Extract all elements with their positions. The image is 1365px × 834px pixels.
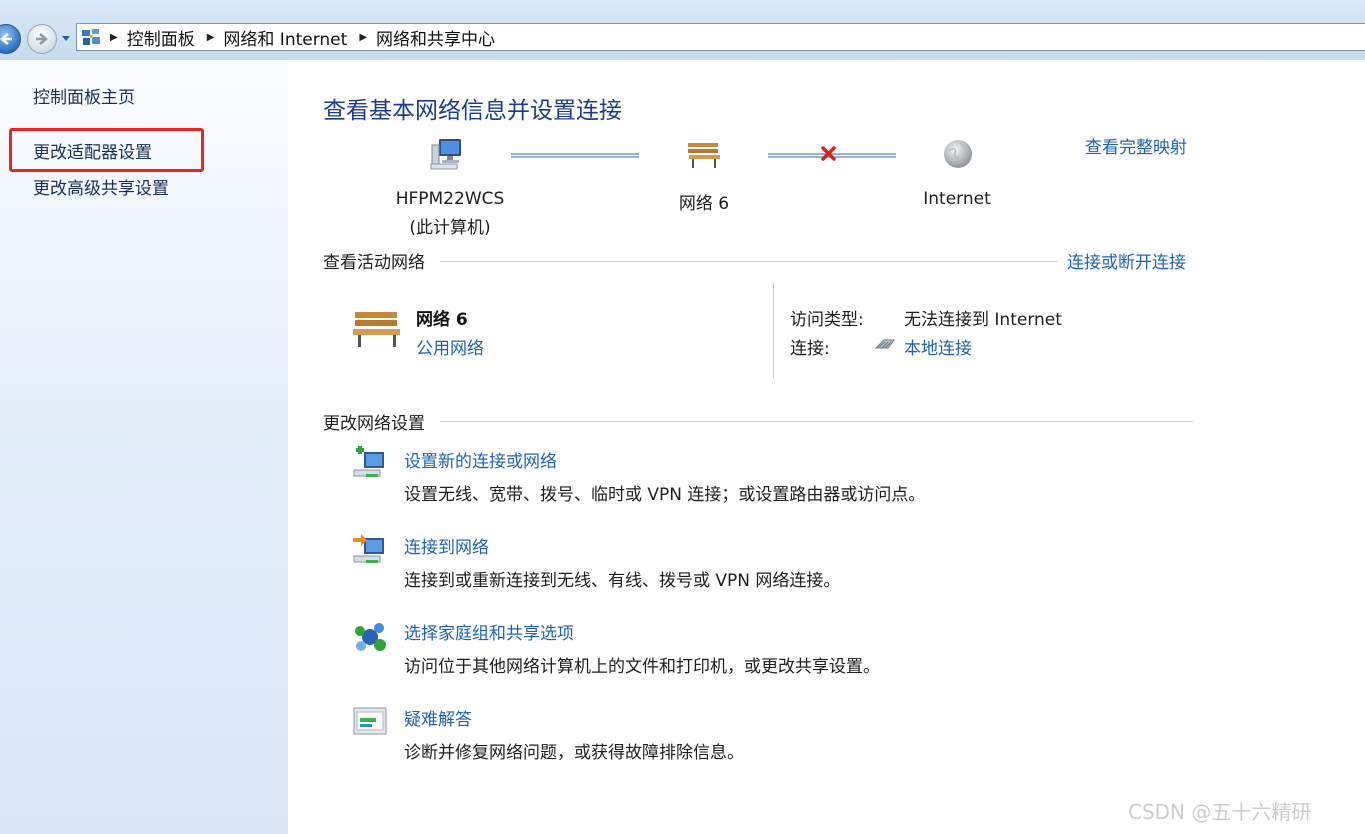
access-type-value: 无法连接到 Internet (904, 310, 1062, 330)
internet-label: Internet (923, 189, 991, 209)
setup-new-connection-desc: 设置无线、宽带、拨号、临时或 VPN 连接；或设置路由器或访问点。 (404, 485, 926, 505)
forward-button[interactable] (27, 24, 57, 54)
local-connection-link[interactable]: 本地连接 (904, 334, 972, 359)
internet-globe-icon[interactable] (941, 137, 975, 171)
local-connection-icon (874, 339, 895, 349)
connect-disconnect-link[interactable]: 连接或断开连接 (1067, 248, 1186, 273)
breadcrumb: ▶ 控制面板 ▶ 网络和 Internet ▶ 网络和共享中心 (105, 24, 495, 50)
computer-name-label: HFPM22WCS (395, 189, 505, 209)
change-settings-heading: 更改网络设置 (323, 414, 425, 434)
recent-pages-dropdown-icon[interactable] (61, 35, 71, 43)
troubleshoot-link[interactable]: 疑难解答 (404, 705, 472, 730)
new-connection-icon[interactable] (352, 446, 388, 482)
access-type-label: 访问类型: (790, 310, 864, 330)
breadcrumb-control-panel[interactable]: 控制面板 (127, 25, 195, 50)
control-panel-home-link[interactable]: 控制面板主页 (33, 83, 135, 108)
left-task-pane: 控制面板主页 更改适配器设置 更改高级共享设置 (0, 60, 288, 834)
homegroup-icon[interactable] (352, 619, 388, 655)
breadcrumb-sharing-center[interactable]: 网络和共享中心 (376, 25, 495, 50)
control-panel-icon (82, 29, 100, 45)
computer-network-link-line (511, 153, 639, 158)
active-networks-heading: 查看活动网络 (323, 253, 425, 273)
connect-to-network-desc: 连接到或重新连接到无线、有线、拨号或 VPN 网络连接。 (404, 571, 841, 591)
breadcrumb-network-internet[interactable]: 网络和 Internet (223, 25, 347, 50)
connect-network-icon[interactable] (352, 532, 388, 568)
vertical-divider (773, 282, 774, 378)
connect-to-network-link[interactable]: 连接到网络 (404, 533, 489, 558)
setup-new-connection-link[interactable]: 设置新的连接或网络 (404, 447, 557, 472)
address-toolbar: ▶ 控制面板 ▶ 网络和 Internet ▶ 网络和共享中心 (0, 0, 1365, 60)
computer-icon[interactable] (429, 137, 465, 171)
homegroup-sharing-desc: 访问位于其他网络计算机上的文件和打印机，或更改共享设置。 (404, 657, 880, 677)
section-divider (440, 421, 1193, 422)
public-network-bench-icon[interactable] (686, 139, 722, 169)
view-full-map-link[interactable]: 查看完整映射 (1085, 133, 1187, 158)
this-computer-label: (此计算机) (409, 218, 491, 238)
breadcrumb-separator-icon[interactable]: ▶ (359, 32, 367, 43)
connection-label: 连接: (790, 339, 830, 359)
active-network-bench-icon[interactable] (351, 307, 403, 349)
no-connection-x-icon (821, 146, 836, 161)
active-network-name: 网络 6 (416, 310, 468, 330)
page-title: 查看基本网络信息并设置连接 (323, 98, 622, 124)
breadcrumb-separator-icon[interactable]: ▶ (110, 32, 118, 43)
network-type-link[interactable]: 公用网络 (416, 334, 484, 359)
homegroup-sharing-link[interactable]: 选择家庭组和共享选项 (404, 619, 574, 644)
change-adapter-settings-link[interactable]: 更改适配器设置 (33, 138, 152, 163)
address-bar[interactable]: ▶ 控制面板 ▶ 网络和 Internet ▶ 网络和共享中心 (76, 23, 1365, 51)
change-advanced-sharing-link[interactable]: 更改高级共享设置 (33, 174, 169, 199)
breadcrumb-separator-icon[interactable]: ▶ (207, 32, 215, 43)
troubleshoot-icon[interactable] (352, 704, 388, 740)
back-arrow-icon (0, 33, 12, 45)
back-button[interactable] (0, 24, 21, 54)
troubleshoot-desc: 诊断并修复网络问题，或获得故障排除信息。 (404, 743, 744, 763)
watermark-text: CSDN @五十六精研 (1128, 800, 1312, 824)
map-network-name-label: 网络 6 (678, 194, 730, 214)
section-divider (440, 261, 1058, 262)
forward-arrow-icon (36, 33, 48, 45)
